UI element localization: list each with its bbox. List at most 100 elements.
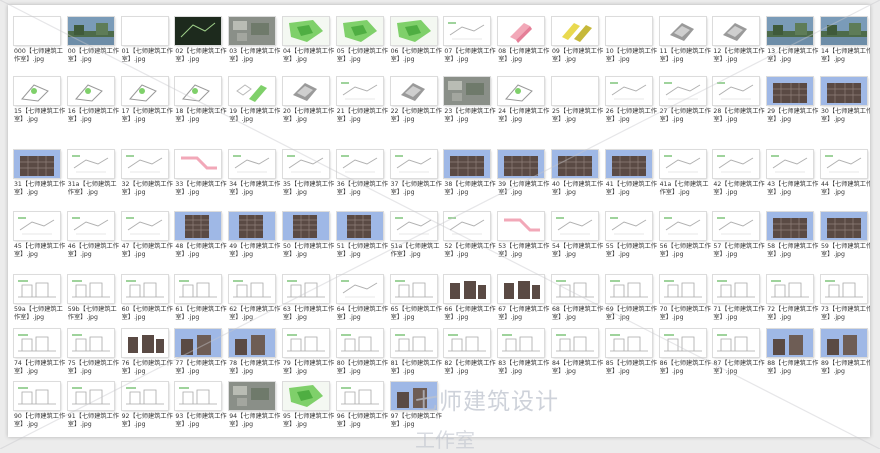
- file-thumbnail[interactable]: [67, 382, 114, 410]
- file-thumbnail[interactable]: [14, 275, 60, 303]
- file-thumbnail[interactable]: [283, 275, 329, 303]
- file-thumbnail[interactable]: [767, 150, 814, 178]
- file-thumbnail[interactable]: [498, 150, 545, 178]
- file-thumbnail[interactable]: [713, 329, 760, 357]
- file-thumbnail[interactable]: [713, 275, 760, 303]
- file-thumbnail[interactable]: [444, 212, 491, 240]
- file-thumbnail[interactable]: [229, 275, 276, 303]
- file-thumbnail[interactable]: [336, 212, 383, 240]
- file-thumbnail[interactable]: [659, 329, 706, 357]
- file-thumbnail[interactable]: [605, 212, 652, 240]
- file-thumbnail[interactable]: [659, 275, 706, 303]
- file-thumbnail[interactable]: [821, 212, 867, 240]
- file-thumbnail[interactable]: [767, 275, 814, 303]
- file-thumbnail[interactable]: [229, 382, 276, 410]
- file-thumbnail[interactable]: [121, 382, 168, 410]
- file-thumbnail[interactable]: [67, 77, 114, 105]
- file-thumbnail[interactable]: [821, 329, 867, 357]
- file-thumbnail[interactable]: [67, 17, 114, 45]
- file-thumbnail[interactable]: [67, 150, 114, 178]
- file-thumbnail[interactable]: [175, 17, 222, 45]
- file-thumbnail[interactable]: [67, 212, 114, 240]
- file-thumbnail[interactable]: [121, 150, 168, 178]
- file-thumbnail[interactable]: [14, 382, 60, 410]
- file-thumbnail[interactable]: [67, 329, 114, 357]
- file-thumbnail[interactable]: [659, 212, 706, 240]
- file-thumbnail[interactable]: [121, 275, 168, 303]
- file-thumbnail[interactable]: [175, 212, 222, 240]
- file-thumbnail[interactable]: [659, 77, 706, 105]
- file-thumbnail[interactable]: [767, 17, 814, 45]
- file-thumbnail[interactable]: [14, 77, 60, 105]
- file-thumbnail[interactable]: [552, 150, 598, 178]
- file-thumbnail[interactable]: [390, 329, 437, 357]
- file-thumbnail[interactable]: [283, 382, 329, 410]
- file-thumbnail[interactable]: [283, 150, 329, 178]
- file-thumbnail[interactable]: [498, 212, 545, 240]
- file-thumbnail[interactable]: [175, 150, 222, 178]
- file-thumbnail[interactable]: [390, 17, 437, 45]
- file-thumbnail[interactable]: [659, 150, 706, 178]
- file-thumbnail[interactable]: [121, 212, 168, 240]
- file-thumbnail[interactable]: [713, 150, 760, 178]
- file-thumbnail[interactable]: [767, 329, 814, 357]
- file-thumbnail[interactable]: [821, 275, 867, 303]
- file-thumbnail[interactable]: [14, 329, 60, 357]
- file-thumbnail[interactable]: [821, 77, 867, 105]
- file-thumbnail[interactable]: [552, 17, 598, 45]
- file-thumbnail[interactable]: [767, 77, 814, 105]
- file-thumbnail[interactable]: [605, 150, 652, 178]
- file-thumbnail[interactable]: [498, 275, 545, 303]
- file-thumbnail[interactable]: [552, 275, 598, 303]
- file-thumbnail[interactable]: [229, 150, 276, 178]
- file-thumbnail[interactable]: [390, 212, 437, 240]
- file-thumbnail[interactable]: [498, 17, 545, 45]
- file-thumbnail[interactable]: [605, 17, 652, 45]
- file-thumbnail[interactable]: [659, 17, 706, 45]
- file-thumbnail[interactable]: [229, 77, 276, 105]
- file-thumbnail[interactable]: [821, 150, 867, 178]
- file-thumbnail[interactable]: [121, 329, 168, 357]
- file-thumbnail[interactable]: [390, 382, 437, 410]
- file-thumbnail[interactable]: [767, 212, 814, 240]
- file-thumbnail[interactable]: [444, 275, 491, 303]
- file-thumbnail[interactable]: [390, 275, 437, 303]
- file-thumbnail[interactable]: [605, 275, 652, 303]
- file-thumbnail[interactable]: [175, 329, 222, 357]
- file-thumbnail[interactable]: [390, 77, 437, 105]
- file-thumbnail[interactable]: [14, 150, 60, 178]
- file-thumbnail[interactable]: [444, 150, 491, 178]
- file-thumbnail[interactable]: [713, 77, 760, 105]
- file-thumbnail[interactable]: [283, 77, 329, 105]
- file-thumbnail[interactable]: [283, 329, 329, 357]
- file-thumbnail[interactable]: [14, 17, 60, 45]
- file-thumbnail[interactable]: [498, 329, 545, 357]
- file-thumbnail[interactable]: [821, 17, 867, 45]
- file-thumbnail[interactable]: [336, 17, 383, 45]
- file-thumbnail[interactable]: [336, 77, 383, 105]
- file-thumbnail[interactable]: [175, 275, 222, 303]
- file-thumbnail[interactable]: [121, 77, 168, 105]
- file-thumbnail[interactable]: [336, 275, 383, 303]
- file-thumbnail[interactable]: [175, 77, 222, 105]
- file-thumbnail[interactable]: [498, 77, 545, 105]
- file-thumbnail[interactable]: [713, 212, 760, 240]
- file-thumbnail[interactable]: [229, 212, 276, 240]
- file-thumbnail[interactable]: [605, 329, 652, 357]
- file-thumbnail[interactable]: [175, 382, 222, 410]
- file-thumbnail[interactable]: [336, 382, 383, 410]
- file-thumbnail[interactable]: [552, 212, 598, 240]
- file-thumbnail[interactable]: [229, 17, 276, 45]
- file-thumbnail[interactable]: [14, 212, 60, 240]
- file-thumbnail[interactable]: [552, 77, 598, 105]
- file-thumbnail[interactable]: [336, 329, 383, 357]
- file-thumbnail[interactable]: [444, 329, 491, 357]
- file-thumbnail[interactable]: [67, 275, 114, 303]
- file-thumbnail[interactable]: [283, 17, 329, 45]
- file-thumbnail[interactable]: [390, 150, 437, 178]
- file-thumbnail[interactable]: [713, 17, 760, 45]
- file-thumbnail[interactable]: [605, 77, 652, 105]
- file-thumbnail[interactable]: [552, 329, 598, 357]
- file-thumbnail[interactable]: [444, 77, 491, 105]
- file-thumbnail[interactable]: [336, 150, 383, 178]
